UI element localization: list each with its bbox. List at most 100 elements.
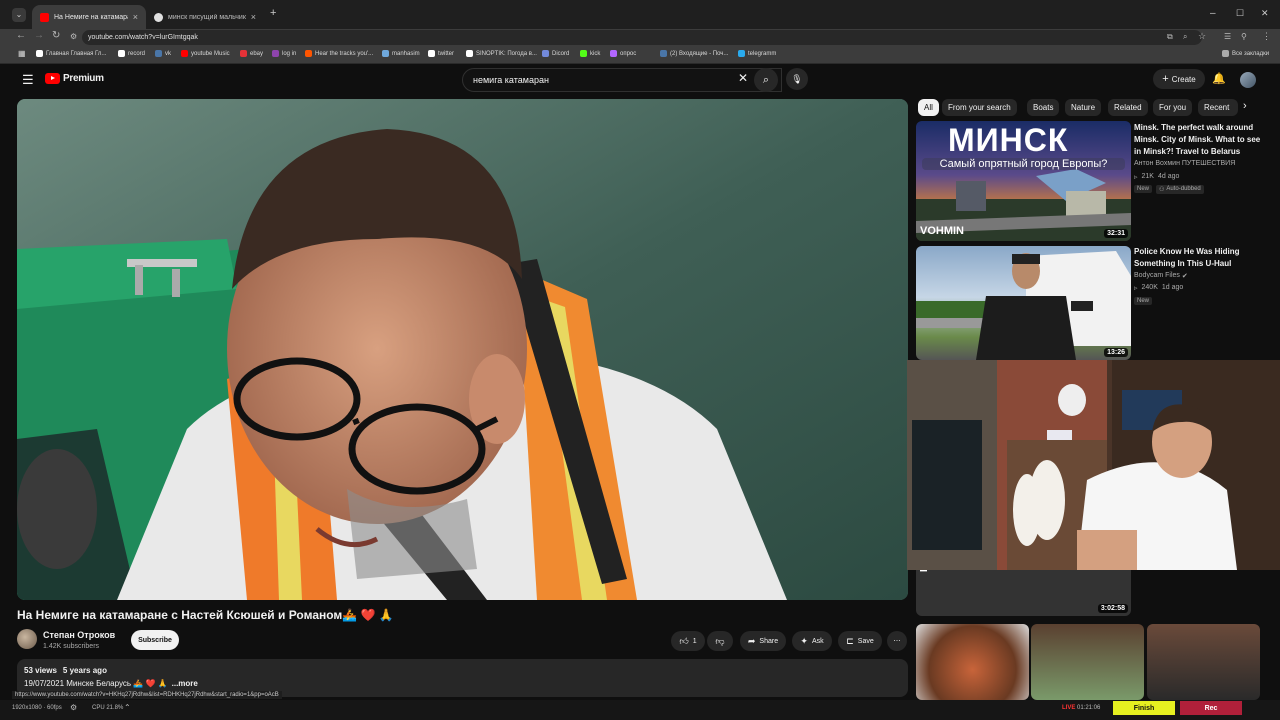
hamburger-menu-icon[interactable]: ☰ [22,72,34,88]
bookmark-item[interactable]: Hear the tracks you'... [305,50,373,57]
bookmark-item[interactable]: telegramm [738,50,776,57]
finish-label: Finish [1133,704,1155,712]
recommendation-channel[interactable]: Антон Вохмин ПУТЕШЕСТВИЯ [1134,160,1235,167]
channel-name[interactable]: Степан Отроков [43,630,115,640]
bookmark-favicon-icon [428,50,435,57]
menu-dots-icon[interactable]: ⋮ [1262,31,1271,42]
bookmark-item[interactable]: Dicord [542,50,569,57]
url-field[interactable]: youtube.com/watch?v=lurGImtgqak [82,30,1202,45]
save-button[interactable]: ⊏ Save [838,631,882,651]
chip-recent[interactable]: Recent [1198,99,1238,116]
chip-for-you[interactable]: For you [1153,99,1193,116]
channel-avatar[interactable] [17,629,37,649]
chevron-up-icon[interactable]: ⌃ [124,703,131,712]
reload-icon[interactable]: ↻ [52,30,60,41]
link-preview: https://www.youtube.com/watch?v=HKHq27jR… [12,691,282,699]
description-text: 19/07/2021 Минске Беларусь 🚣 ❤️ 🙏 [24,679,168,688]
notifications-bell-icon[interactable]: 🔔 [1212,72,1226,85]
bookmark-item[interactable]: опрос [610,50,636,57]
new-tab-button[interactable]: + [270,7,276,19]
chip-boats[interactable]: Boats [1027,99,1060,116]
forward-icon[interactable]: → [34,30,44,41]
bookmark-label: (2) Входящие - Поч... [670,50,729,57]
search-icon: ⌕ [762,73,770,86]
bookmark-item[interactable]: kick [580,50,600,57]
bookmark-star-icon[interactable]: ☆ [1198,31,1206,42]
video-player[interactable] [17,99,908,600]
browser-tab[interactable]: минск писущий мальчик - G × [146,5,264,29]
bookmark-item[interactable]: log in [272,50,296,57]
close-window-button[interactable]: ✕ [1261,8,1269,19]
chip-related[interactable]: Related [1108,99,1148,116]
bookmark-label: Dicord [552,50,570,57]
chip-all[interactable]: All [918,99,939,116]
open-in-icon[interactable]: ⧉ [1167,32,1173,42]
extensions-icon[interactable]: ☰ [1224,32,1231,41]
recommendation-thumbnail[interactable] [1147,624,1260,700]
close-tab-icon[interactable]: × [251,12,256,22]
dub-icon: ⚇ [1159,187,1165,193]
tab-label: На Немиге на катамаране с Н [54,13,128,21]
recommendation-thumbnail[interactable]: 13:26 [916,246,1131,360]
recommendation-thumbnail[interactable] [1031,624,1144,700]
recommendation-thumbnail[interactable]: МИНСК Самый опрятный город Европы? VOHMI… [916,121,1131,241]
all-bookmarks[interactable]: Все закладки [1222,50,1269,57]
thumbnail-brand-text: VOHMIN [920,225,964,237]
live-timer: 01:21:06 [1077,705,1101,711]
bookmark-label: опрос [620,50,637,57]
clear-search-icon[interactable]: ✕ [738,71,748,85]
zoom-icon[interactable]: ⌕ [1183,32,1187,42]
bookmark-item[interactable]: ebay [240,50,263,57]
bookmark-item[interactable]: SINOPTIK: Погода в... [466,50,537,57]
bookmark-favicon-icon [580,50,587,57]
bookmarks-bar: ▦ Главная Главная Гл... record vk youtube M… [0,46,1280,64]
premium-label: Premium [63,73,104,84]
account-avatar[interactable] [1240,72,1256,88]
folder-icon [1222,50,1229,57]
voice-search-button[interactable]: 🎙 [786,68,808,90]
chip-nature[interactable]: Nature [1065,99,1102,116]
maximize-button[interactable]: ☐ [1236,8,1244,19]
bookmark-item[interactable]: twitter [428,50,454,57]
settings-gear-icon[interactable]: ⚙ [70,703,77,712]
auto-dubbed-badge: ⚇ Auto-dubbed [1156,185,1204,194]
bookmark-item[interactable]: vk [155,50,171,57]
bookmark-item[interactable]: (2) Входящие - Поч... [660,50,728,57]
recommendation-title[interactable]: Police Know He Was Hiding Something In T… [1134,246,1264,270]
subscribe-button[interactable]: Subscribe [131,630,179,650]
back-icon[interactable]: ← [16,30,26,41]
webcam-scene [907,360,1280,570]
browser-tab-active[interactable]: На Немиге на катамаране с Н × [32,5,146,29]
bookmark-item[interactable]: manhasim [382,50,420,57]
rec-button[interactable]: Rec [1180,701,1242,715]
recommendation-views: 240K [1141,284,1158,291]
profile-icon[interactable]: ⚲ [1241,32,1247,41]
recommendation-channel[interactable]: Bodycam Files ✔ [1134,272,1188,280]
finish-button[interactable]: Finish [1113,701,1175,715]
like-button[interactable]: 👍︎ 1 [671,631,705,651]
bookmark-label: log in [282,50,297,57]
more-actions-button[interactable]: ⋯ [887,631,907,651]
search-input[interactable]: немига катамаран [462,68,782,92]
recommendation-thumbnail[interactable] [916,624,1029,700]
more-link[interactable]: ...more [172,679,198,688]
youtube-logo[interactable]: Premium [45,73,104,84]
chips-next-chevron-icon[interactable]: › [1243,100,1247,112]
bookmark-item[interactable]: Главная Главная Гл... [36,50,106,57]
plus-icon: + [1162,73,1169,85]
tab-search-icon[interactable]: ⌄ [12,8,26,22]
share-button[interactable]: ➦ Share [740,631,786,651]
chip-from-your-search[interactable]: From your search [942,99,1017,116]
apps-grid-icon[interactable]: ▦ [18,49,26,58]
like-count: 1 [692,637,697,645]
bookmark-item[interactable]: record [118,50,145,57]
create-button[interactable]: + Create [1153,69,1205,89]
dislike-button[interactable]: 👎︎ [707,631,733,651]
ask-button[interactable]: ✦ Ask [792,631,832,651]
minimize-button[interactable]: – [1210,8,1216,19]
site-info-icon[interactable]: ⚙ [70,32,77,41]
bookmark-item[interactable]: youtube Music [181,50,230,57]
search-button[interactable]: ⌕ [754,68,778,92]
close-tab-icon[interactable]: × [133,12,138,22]
recommendation-title[interactable]: Minsk. The perfect walk around Minsk. Ci… [1134,122,1264,158]
